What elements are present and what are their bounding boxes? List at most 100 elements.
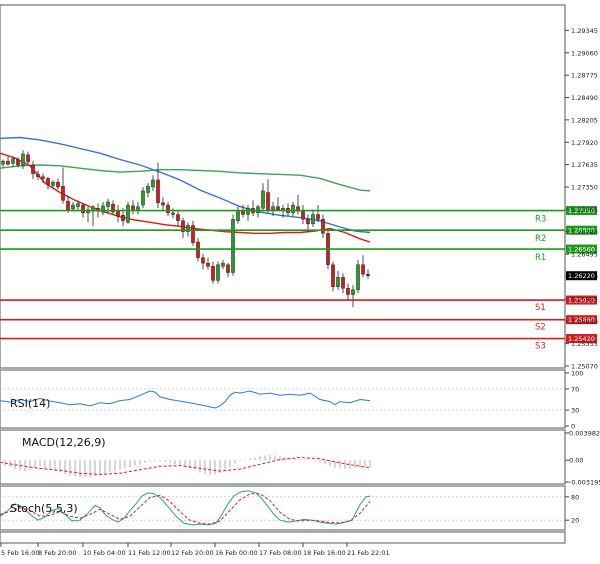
price-tick-label: 1.25925: [571, 295, 598, 303]
candle-body-up: [311, 214, 315, 225]
level-name-s3: S3: [535, 342, 546, 352]
candle-body-down: [161, 202, 165, 206]
candle-body-up: [106, 201, 110, 207]
rsi-title: RSI(14): [10, 397, 50, 410]
stoch-tick-label: 20: [571, 517, 579, 525]
stoch-panel-frame: [0, 485, 566, 531]
candle: [306, 214, 310, 232]
candle-body-down: [121, 215, 125, 221]
candle: [266, 179, 270, 213]
candle: [191, 220, 195, 246]
candle: [101, 201, 105, 216]
candle: [236, 206, 240, 224]
time-axis: 5 Feb 16:008 Feb 20:00 10 Feb 04:00 11 Feb…: [0, 543, 390, 557]
candle: [291, 201, 295, 217]
rsi-panel-frame: [0, 369, 566, 429]
candle-body-down: [171, 212, 175, 215]
candle: [276, 197, 280, 212]
candle: [116, 205, 120, 223]
candle: [216, 261, 220, 284]
time-tick-label: 21 Feb 22:01: [347, 549, 390, 557]
candle: [321, 214, 325, 239]
price-tick-label: 1.28775: [571, 72, 598, 80]
candle: [136, 201, 140, 215]
price-tick-label: 1.25355: [571, 340, 598, 348]
candle: [226, 263, 230, 278]
candle: [91, 205, 95, 227]
candle-body-down: [41, 176, 45, 179]
candle: [131, 200, 135, 215]
candle: [211, 261, 215, 284]
candle-body-up: [21, 153, 25, 167]
ma-red-line: [0, 152, 371, 243]
candle: [86, 206, 90, 223]
candle-body-up: [146, 186, 150, 193]
time-tick-label: 18 Feb 16:00: [303, 549, 346, 557]
candle-body-down: [56, 182, 60, 188]
candle: [146, 183, 150, 198]
candle: [221, 260, 225, 270]
candle-body-up: [236, 210, 240, 221]
price-tick-label: 1.27065: [571, 206, 598, 214]
candle: [336, 271, 340, 290]
candle: [341, 273, 345, 293]
candle-body-down: [166, 204, 170, 214]
candle-body-up: [216, 264, 220, 281]
candle: [166, 201, 170, 217]
candle-body-up: [71, 204, 75, 210]
ma-green-line: [0, 164, 371, 192]
candle-body-down: [46, 178, 50, 185]
candle-body-down: [316, 214, 320, 220]
macd-tick-label: 0.003982: [569, 430, 600, 438]
candle-body-up: [231, 218, 235, 273]
candle-body-down: [31, 164, 35, 174]
candle-body-down: [211, 266, 215, 281]
candle-body-up: [271, 206, 275, 210]
candle-body-down: [366, 273, 370, 276]
macd-tick-label: 0.00: [569, 457, 583, 465]
level-name-r2: R2: [535, 234, 546, 244]
candle: [181, 217, 185, 239]
rsi-tick-label: 70: [571, 385, 579, 393]
candle: [141, 187, 145, 209]
time-tick-label: 17 Feb 08:00: [259, 549, 302, 557]
price-tick-label: 1.26780: [571, 228, 598, 236]
candle: [346, 283, 350, 300]
time-tick-label: 5 Feb 16:00: [1, 549, 40, 557]
candle: [331, 261, 335, 292]
candle-body-down: [206, 262, 210, 267]
candle-body-up: [351, 289, 355, 295]
candle-body-down: [341, 277, 345, 289]
candle: [111, 200, 115, 215]
candle: [231, 214, 235, 276]
candle-body-down: [201, 257, 205, 264]
candle: [36, 170, 40, 180]
candle-body-down: [156, 179, 160, 203]
macd-signal-line: [0, 456, 371, 476]
candle-body-up: [336, 277, 340, 287]
rsi-line: [0, 390, 371, 409]
price-tick-label: 1.28205: [571, 116, 598, 124]
candle-body-up: [76, 203, 80, 207]
candle-body-down: [81, 204, 85, 214]
candle-body-down: [361, 264, 365, 275]
candle-body-up: [261, 190, 265, 209]
stoch-title: Stoch(5,5,3): [10, 502, 78, 515]
level-name-s2: S2: [535, 323, 546, 333]
level-name-r1: R1: [535, 253, 546, 263]
candle-body-up: [126, 204, 130, 223]
candle: [356, 260, 360, 293]
candle-body-up: [356, 264, 360, 291]
extra-panel-frame: [0, 531, 566, 544]
candle: [176, 211, 180, 227]
candle: [361, 255, 365, 278]
candle-body-down: [6, 160, 10, 165]
price-tick-label: 1.27920: [571, 139, 598, 147]
candle: [251, 200, 255, 217]
candle: [151, 175, 155, 191]
rsi-tick-label: 100: [571, 370, 583, 378]
candle-body-up: [291, 204, 295, 214]
candle-body-down: [61, 186, 65, 201]
candle-body-down: [131, 205, 135, 210]
price-tick-label: 1.27635: [571, 161, 598, 169]
